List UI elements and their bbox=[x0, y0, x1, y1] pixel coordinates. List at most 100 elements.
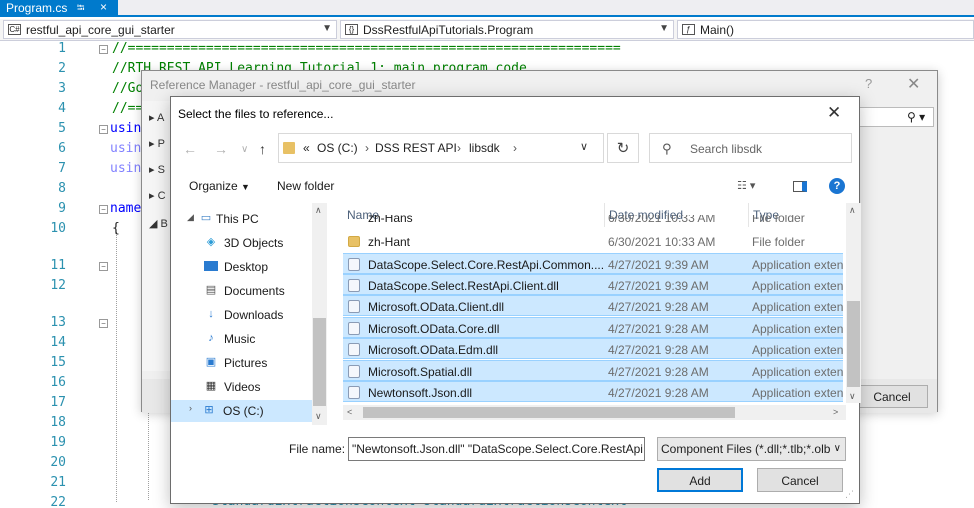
video-icon: ▦ bbox=[205, 380, 217, 392]
file-name-input[interactable]: "Newtonsoft.Json.dll" "DataScope.Select.… bbox=[348, 437, 645, 461]
sidebar-item-shared[interactable]: ▸ S bbox=[149, 163, 165, 176]
back-arrow-icon[interactable]: ← bbox=[183, 141, 197, 157]
preview-pane-icon[interactable] bbox=[793, 181, 807, 192]
up-arrow-icon[interactable]: ↑ bbox=[259, 141, 266, 157]
navigation-pane-scrollbar[interactable]: ∧ ∨ bbox=[312, 203, 327, 425]
sidebar-item-assemblies[interactable]: ▸ A bbox=[149, 111, 164, 124]
drive-icon: ⊞ bbox=[204, 404, 214, 416]
collapse-icon[interactable]: − bbox=[99, 205, 108, 214]
scrollbar-thumb[interactable] bbox=[313, 318, 326, 406]
list-item[interactable]: Newtonsoft.Json.dll 4/27/2021 9:28 AM Ap… bbox=[343, 381, 843, 402]
breadcrumb-overflow[interactable]: « bbox=[303, 141, 310, 155]
organize-menu[interactable]: Organize ▼ bbox=[189, 179, 250, 193]
member-dropdown[interactable]: ƒ Main() bbox=[677, 20, 974, 39]
dll-file-icon bbox=[348, 300, 360, 313]
nav-item-desktop[interactable]: Desktop bbox=[171, 256, 313, 278]
chevron-right-icon[interactable]: › bbox=[189, 403, 192, 413]
scroll-right-icon[interactable]: > bbox=[833, 407, 838, 417]
list-item[interactable]: Microsoft.OData.Edm.dll 4/27/2021 9:28 A… bbox=[343, 338, 843, 359]
code-comment-line: //Go bbox=[112, 81, 144, 96]
scrollbar-thumb[interactable] bbox=[847, 301, 860, 387]
breadcrumb-os-c[interactable]: OS (C:) bbox=[317, 141, 358, 155]
line-number: 12 bbox=[50, 278, 66, 293]
list-item[interactable]: Microsoft.Spatial.dll 4/27/2021 9:28 AM … bbox=[343, 360, 843, 381]
pin-icon[interactable]: ⭾ bbox=[77, 1, 85, 18]
picture-icon: ▣ bbox=[205, 356, 217, 368]
list-item[interactable]: Microsoft.OData.Core.dll 4/27/2021 9:28 … bbox=[343, 317, 843, 338]
collapse-icon[interactable]: − bbox=[99, 45, 108, 54]
collapse-icon[interactable]: − bbox=[99, 125, 108, 134]
breadcrumb-separator-icon[interactable]: › bbox=[513, 141, 517, 155]
chevron-down-icon[interactable]: ◢ bbox=[187, 212, 194, 223]
chevron-down-icon: ▼ bbox=[659, 23, 669, 34]
forward-arrow-icon[interactable]: → bbox=[214, 141, 228, 157]
sidebar-item-projects[interactable]: ▸ P bbox=[149, 137, 165, 150]
recent-locations-icon[interactable]: ∨ bbox=[241, 144, 248, 155]
close-icon[interactable]: ✕ bbox=[827, 103, 841, 123]
help-icon[interactable]: ? bbox=[829, 178, 845, 194]
scroll-up-icon[interactable]: ∧ bbox=[315, 205, 322, 216]
nav-item-this-pc[interactable]: ◢ ▭ This PC bbox=[171, 208, 313, 230]
sidebar-item-browse[interactable]: ◢ B bbox=[149, 217, 168, 230]
nav-item-downloads[interactable]: ↓ Downloads bbox=[171, 304, 313, 326]
scrollbar-thumb[interactable] bbox=[363, 407, 735, 418]
computer-icon: ▭ bbox=[200, 212, 212, 224]
project-dropdown[interactable]: C# restful_api_core_gui_starter ▼ bbox=[3, 20, 337, 39]
download-icon: ↓ bbox=[208, 308, 214, 320]
file-type-select[interactable]: Component Files (*.dll;*.tlb;*.olb ∨ bbox=[657, 437, 846, 461]
folder-icon bbox=[348, 236, 360, 247]
editor-navigation-bar: C# restful_api_core_gui_starter ▼ {} Dss… bbox=[0, 19, 974, 41]
address-bar[interactable]: « OS (C:) › DSS REST API › libsdk › ∨ bbox=[278, 133, 604, 163]
breadcrumb-separator-icon[interactable]: › bbox=[457, 141, 461, 155]
search-input[interactable]: ⚲ Search libsdk bbox=[649, 133, 852, 163]
list-item[interactable]: Microsoft.OData.Client.dll 4/27/2021 9:2… bbox=[343, 295, 843, 316]
collapse-icon[interactable]: − bbox=[99, 262, 108, 271]
reference-search-input[interactable]: ⚲ ▾ bbox=[854, 107, 934, 127]
scroll-down-icon[interactable]: ∨ bbox=[315, 411, 322, 422]
file-type: Application exten bbox=[752, 279, 844, 293]
resize-grip-icon[interactable]: ⋰ bbox=[845, 489, 854, 500]
file-list-vertical-scrollbar[interactable]: ∧ ∨ bbox=[846, 203, 861, 403]
file-type: Application exten bbox=[752, 300, 844, 314]
code-using-line: usin bbox=[110, 121, 142, 136]
tab-program-cs[interactable]: Program.cs ⭾ × bbox=[0, 0, 118, 17]
scroll-down-icon[interactable]: ∨ bbox=[849, 391, 856, 402]
sidebar-item-com[interactable]: ▸ C bbox=[149, 189, 166, 202]
file-type: Application exten bbox=[752, 365, 844, 379]
refresh-button[interactable]: ↻ bbox=[607, 133, 639, 163]
nav-item-music[interactable]: ♪ Music bbox=[171, 328, 313, 350]
cancel-button[interactable]: Cancel bbox=[757, 468, 843, 492]
scroll-up-icon[interactable]: ∧ bbox=[849, 205, 856, 216]
cube-icon: ◈ bbox=[206, 236, 216, 248]
breadcrumb-separator-icon[interactable]: › bbox=[365, 141, 369, 155]
tab-title: Program.cs bbox=[6, 1, 68, 15]
collapse-icon[interactable]: − bbox=[99, 319, 108, 328]
breadcrumb-libsdk[interactable]: libsdk bbox=[469, 141, 500, 155]
chevron-down-icon[interactable]: ∨ bbox=[580, 140, 588, 153]
dialog-title: Select the files to reference... bbox=[178, 107, 334, 121]
file-type: File folder bbox=[752, 235, 805, 249]
list-item[interactable]: DataScope.Select.RestApi.Client.dll 4/27… bbox=[343, 274, 843, 295]
scroll-left-icon[interactable]: < bbox=[347, 407, 352, 417]
nav-item-os-c[interactable]: › ⊞ OS (C:) bbox=[171, 400, 313, 422]
nav-item-documents[interactable]: ▤ Documents bbox=[171, 280, 313, 302]
close-tab-icon[interactable]: × bbox=[100, 0, 107, 14]
list-item[interactable]: zh-Hant 6/30/2021 10:33 AM File folder bbox=[343, 231, 843, 252]
file-name: Microsoft.Spatial.dll bbox=[368, 365, 473, 379]
new-folder-button[interactable]: New folder bbox=[277, 179, 334, 193]
file-list-horizontal-scrollbar[interactable]: < > bbox=[343, 405, 846, 420]
add-button[interactable]: Add bbox=[657, 468, 743, 492]
breadcrumb-dss-rest-api[interactable]: DSS REST API bbox=[375, 141, 457, 155]
view-options-icon[interactable]: ☷ ▾ bbox=[737, 179, 755, 192]
list-item-partial[interactable]: zh-Hans 6/30/2021 10:33 AM File folder bbox=[343, 215, 843, 227]
close-icon[interactable]: ✕ bbox=[907, 74, 920, 94]
nav-item-videos[interactable]: ▦ Videos bbox=[171, 376, 313, 398]
nav-item-3d-objects[interactable]: ◈ 3D Objects bbox=[171, 232, 313, 254]
nav-item-pictures[interactable]: ▣ Pictures bbox=[171, 352, 313, 374]
line-number: 3 bbox=[58, 81, 66, 96]
reference-manager-cancel-button[interactable]: Cancel bbox=[856, 385, 928, 408]
code-comment-line: //== bbox=[112, 101, 144, 116]
class-dropdown[interactable]: {} DssRestfulApiTutorials.Program ▼ bbox=[340, 20, 674, 39]
help-icon[interactable]: ? bbox=[865, 76, 872, 91]
list-item[interactable]: DataScope.Select.Core.RestApi.Common....… bbox=[343, 253, 843, 274]
